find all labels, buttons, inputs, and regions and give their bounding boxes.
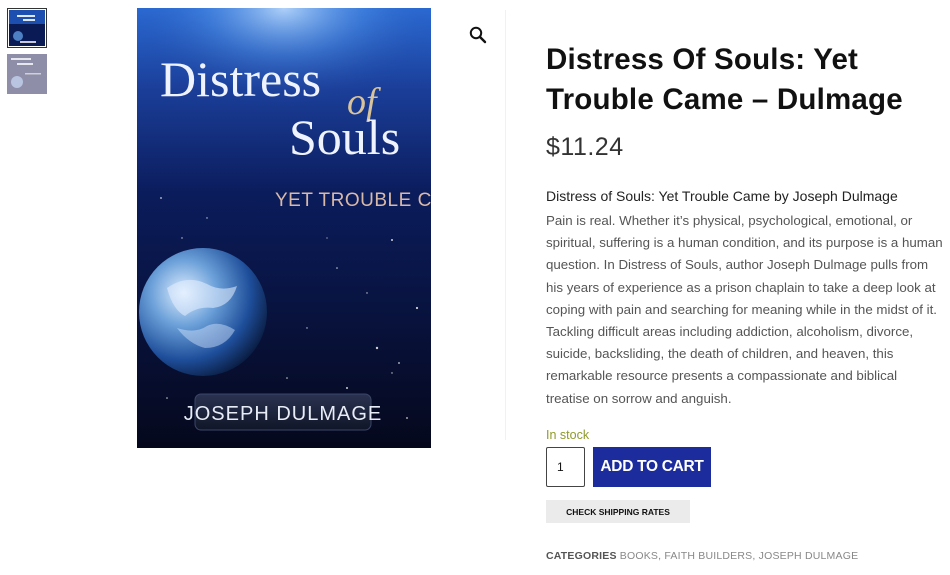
category-link-joseph-dulmage[interactable]: JOSEPH DULMAGE xyxy=(759,550,859,562)
description-lead: Distress of Souls: Yet Trouble Came by J… xyxy=(546,188,898,204)
product-description: Pain is real. Whether it’s physical, psy… xyxy=(546,213,943,406)
product-categories: CATEGORIES BOOKS, FAITH BUILDERS, JOSEPH… xyxy=(546,550,859,562)
book-cover-art: Distress of Souls YET TROUBLE CAME JOSEP… xyxy=(137,8,431,448)
cover-title-line2: Souls xyxy=(289,109,400,165)
zoom-button[interactable] xyxy=(467,24,489,46)
column-divider xyxy=(505,10,506,440)
product-summary: Distress Of Souls: Yet Trouble Came – Du… xyxy=(546,40,946,562)
category-link-faith-builders[interactable]: FAITH BUILDERS xyxy=(664,550,752,562)
product-price: $11.24 xyxy=(546,133,624,161)
thumbnail-front-cover[interactable] xyxy=(7,8,47,48)
stock-status: In stock xyxy=(546,428,590,442)
category-link-books[interactable]: BOOKS xyxy=(620,550,658,562)
cover-author: JOSEPH DULMAGE xyxy=(184,403,382,425)
thumbnail-back-cover-image xyxy=(7,54,47,94)
categories-label: CATEGORIES xyxy=(546,550,617,562)
product-cover-image[interactable]: Distress of Souls YET TROUBLE CAME JOSEP… xyxy=(137,8,431,448)
thumbnail-front-cover-image xyxy=(9,10,45,46)
thumbnail-back-cover[interactable] xyxy=(7,54,47,94)
cover-title-line1: Distress xyxy=(160,51,321,107)
check-shipping-rates-button[interactable]: CHECK SHIPPING RATES xyxy=(546,500,690,523)
quantity-input[interactable] xyxy=(546,447,585,487)
thumbnail-list xyxy=(7,8,47,100)
cover-subtitle: YET TROUBLE CAME xyxy=(275,190,431,211)
earth-illustration xyxy=(139,248,267,376)
add-to-cart-button[interactable]: ADD TO CART xyxy=(593,447,711,487)
product-title: Distress Of Souls: Yet Trouble Came – Du… xyxy=(546,43,903,116)
magnifier-icon xyxy=(469,26,487,44)
